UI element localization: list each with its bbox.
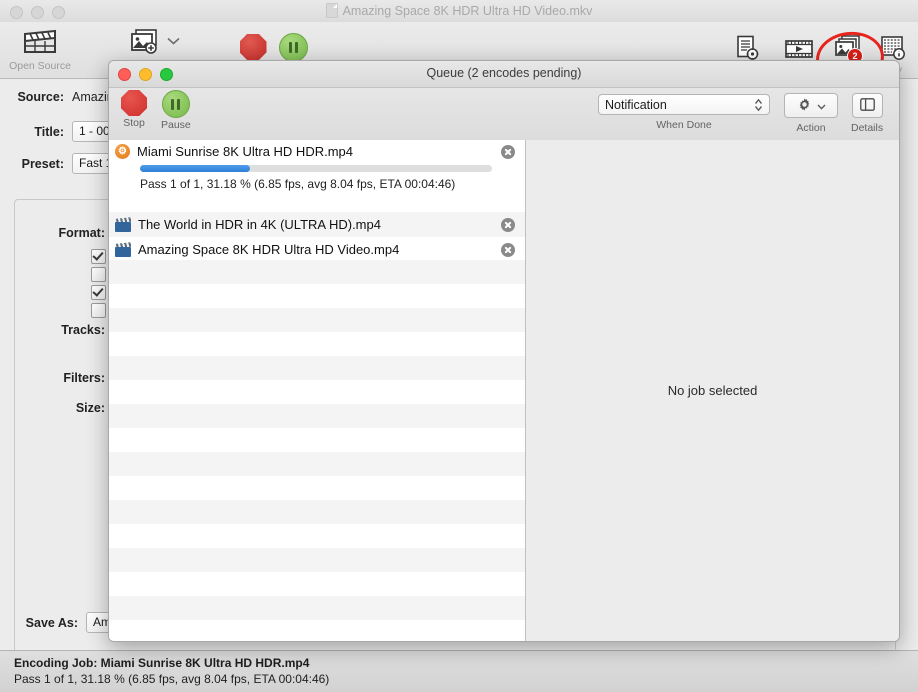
queue-titlebar: Queue (2 encodes pending) [109,61,899,88]
progress-bar-fill [140,165,250,172]
details-toggle-button[interactable] [852,93,883,118]
queue-stop-button[interactable]: Stop [121,90,147,129]
screen-root: Amazing Space 8K HDR Ultra HD Video.mkv … [0,0,918,692]
toolbar-queue-button[interactable]: 2 [822,34,872,62]
format-checkbox-3[interactable] [91,285,106,300]
when-done-value: Notification [605,98,667,112]
main-window-title: Amazing Space 8K HDR Ultra HD Video.mkv [343,4,593,18]
queue-pause-button[interactable]: Pause [161,90,191,131]
gear-icon [797,97,812,115]
queue-item-name: Amazing Space 8K HDR Ultra HD Video.mp4 [138,242,501,257]
clapperboard-icon [115,218,131,232]
action-group: Action [784,93,838,134]
main-window-title-row: Amazing Space 8K HDR Ultra HD Video.mkv [0,3,918,18]
queue-window: Queue (2 encodes pending) Stop Pause Not… [108,60,900,642]
format-checkbox-1[interactable] [91,249,106,264]
filters-label: Filters: [0,371,105,385]
preset-label: Preset: [0,157,64,171]
encoding-icon: ⚙ [115,144,130,159]
format-checkbox-2[interactable] [91,267,106,282]
add-to-queue-icon [128,26,160,58]
toolbar-presets-button[interactable] [722,34,772,62]
pause-icon [279,32,308,62]
title-label: Title: [0,125,64,139]
status-progress-text: Pass 1 of 1, 31.18 % (6.85 fps, avg 8.04… [14,671,918,687]
stepper-icon [754,98,763,112]
queue-row-pending-1[interactable]: The World in HDR in 4K (ULTRA HD).mp4 [109,212,525,237]
when-done-group: Notification When Done [598,94,770,131]
activity-log-icon [880,34,906,62]
queue-detail-pane: No job selected [526,140,899,641]
main-titlebar: Amazing Space 8K HDR Ultra HD Video.mkv [0,0,918,22]
queue-row-pending-2[interactable]: Amazing Space 8K HDR Ultra HD Video.mp4 [109,237,525,262]
toolbar-pause-button[interactable] [270,32,316,62]
queue-item-name: Miami Sunrise 8K Ultra HD HDR.mp4 [137,144,501,159]
queue-row-encoding[interactable]: ⚙ Miami Sunrise 8K Ultra HD HDR.mp4 Pass… [109,140,525,212]
main-status-bar: Encoding Job: Miami Sunrise 8K Ultra HD … [0,650,918,692]
when-done-label: When Done [656,119,711,131]
chevron-down-icon [167,34,180,48]
presets-icon [734,34,760,62]
format-label: Format: [0,226,105,240]
status-encoding-job: Encoding Job: Miami Sunrise 8K Ultra HD … [14,655,918,671]
toolbar-queue-dropdown[interactable] [158,34,188,48]
format-checkbox-4[interactable] [91,303,106,318]
sidebar-panel-icon [860,98,875,114]
details-group: Details [851,93,883,134]
queue-list[interactable]: ⚙ Miami Sunrise 8K Ultra HD HDR.mp4 Pass… [109,140,526,641]
toolbar-open-source[interactable]: Open Source [8,26,72,72]
remove-job-button[interactable] [501,243,515,257]
action-label: Action [796,122,825,134]
queue-toolbar: Stop Pause Notification When Done [109,88,899,141]
tracks-label: Tracks: [0,323,105,337]
queue-icon: 2 [833,34,861,62]
document-icon [326,3,338,18]
open-source-label: Open Source [9,60,71,72]
clapperboard-icon [115,243,131,257]
queue-item-status: Pass 1 of 1, 31.18 % (6.85 fps, avg 8.04… [140,177,455,191]
queue-stop-label: Stop [123,117,145,129]
remove-job-button[interactable] [501,218,515,232]
stop-icon [240,32,267,62]
source-label: Source: [0,90,64,104]
details-label: Details [851,122,883,134]
remove-job-button[interactable] [501,145,515,159]
queue-pause-label: Pause [161,119,191,131]
chevron-down-icon [817,98,826,113]
stop-icon [121,90,147,116]
queue-window-title: Queue (2 encodes pending) [109,66,899,80]
save-as-label: Save As: [0,616,78,630]
open-source-icon [23,26,57,58]
size-label: Size: [0,401,105,415]
toolbar-preview-button[interactable] [774,35,824,63]
progress-bar [140,165,492,172]
when-done-select[interactable]: Notification [598,94,770,115]
preview-icon [785,35,813,63]
queue-item-name: The World in HDR in 4K (ULTRA HD).mp4 [138,217,501,232]
pause-icon [162,90,190,118]
queue-split-view: ⚙ Miami Sunrise 8K Ultra HD HDR.mp4 Pass… [109,140,899,641]
no-job-selected-message: No job selected [668,383,758,398]
queue-rows: ⚙ Miami Sunrise 8K Ultra HD HDR.mp4 Pass… [109,140,525,262]
action-button[interactable] [784,93,838,118]
